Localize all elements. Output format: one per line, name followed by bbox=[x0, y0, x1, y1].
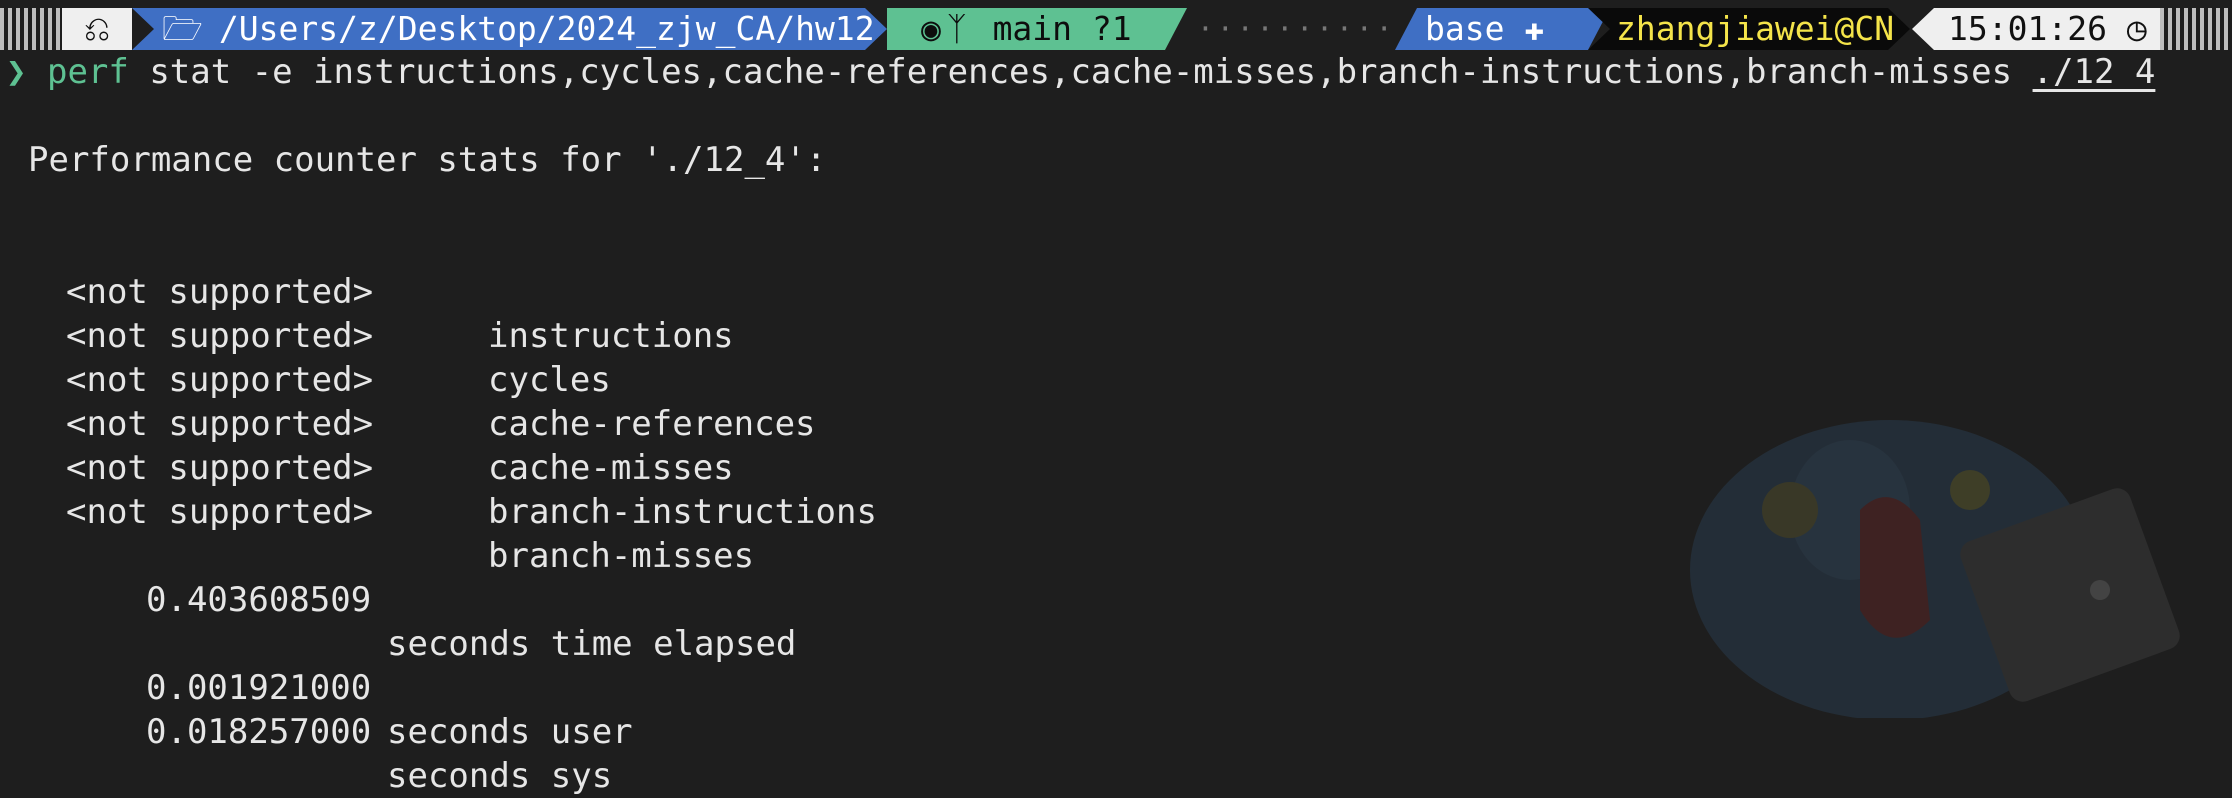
sys-time-label: seconds sys bbox=[387, 756, 613, 796]
folder-icon: 🗁 bbox=[162, 9, 203, 48]
command-target: ./12_4 bbox=[2032, 52, 2156, 92]
prompt-stripes-left bbox=[0, 8, 62, 50]
prompt-time: 15:01:26 bbox=[1948, 9, 2107, 48]
counter-value: <not supported> bbox=[66, 316, 374, 356]
git-status: ?1 bbox=[1091, 9, 1132, 48]
counter-value: <not supported> bbox=[66, 492, 374, 532]
git-segment: ◉ ᛉ main ?1 bbox=[887, 8, 1187, 50]
github-icon: ◉ bbox=[921, 9, 941, 48]
counter-event: cache-references bbox=[488, 404, 816, 444]
branch-icon: ᛉ bbox=[946, 9, 967, 48]
path-segment: 🗁 /Users/z/Desktop/2024_zjw_CA/hw12 bbox=[132, 8, 887, 50]
user-time-label: seconds user bbox=[387, 712, 633, 752]
user-host: zhangjiawei@CN bbox=[1616, 9, 1895, 48]
git-branch: main bbox=[992, 9, 1073, 48]
output-header: Performance counter stats for './12_4': bbox=[28, 140, 827, 180]
apple-icon: ⎌ bbox=[83, 9, 111, 48]
clock-icon: ◷ bbox=[2126, 9, 2147, 48]
os-segment: ⎌ bbox=[62, 8, 132, 50]
prompt-filler-dots: ·········· bbox=[1197, 12, 1396, 45]
counter-event: branch-instructions bbox=[488, 492, 877, 532]
counter-event: cache-misses bbox=[488, 448, 734, 488]
command-args: stat -e instructions,cycles,cache-refere… bbox=[128, 52, 2033, 92]
counter-list: <not supported> instructions <not suppor… bbox=[0, 226, 1200, 576]
mascot-watermark-icon bbox=[1690, 420, 2180, 718]
sys-time-value: 0.018257000 bbox=[146, 712, 372, 752]
command-name: perf bbox=[46, 52, 129, 92]
conda-env: base bbox=[1425, 9, 1505, 48]
elapsed-value: 0.403608509 bbox=[146, 580, 372, 620]
prompt-chevron: ❯ bbox=[6, 52, 27, 92]
elapsed-row: 0.403608509 seconds time elapsed bbox=[0, 534, 1000, 664]
counter-value: <not supported> bbox=[66, 360, 374, 400]
counter-event: cycles bbox=[488, 360, 611, 400]
command-line[interactable]: ❯ perf stat -e instructions,cycles,cache… bbox=[0, 50, 2155, 94]
python-icon: ✚ bbox=[1524, 9, 1545, 48]
counter-value: <not supported> bbox=[66, 404, 374, 444]
cwd-path: /Users/z/Desktop/2024_zjw_CA/hw12 bbox=[218, 9, 875, 48]
env-segment: base ✚ bbox=[1395, 8, 1610, 50]
prompt-stripes-right bbox=[2160, 8, 2232, 50]
user-host-segment: zhangjiawei@CN bbox=[1588, 8, 1910, 50]
counter-event: instructions bbox=[488, 316, 734, 356]
user-time-row: 0.001921000 seconds user bbox=[0, 622, 1000, 752]
counter-value: <not supported> bbox=[66, 448, 374, 488]
counter-value: <not supported> bbox=[66, 272, 374, 312]
sys-time-row: 0.018257000 seconds sys bbox=[0, 666, 1000, 796]
time-segment: 15:01:26 ◷ bbox=[1912, 8, 2160, 50]
